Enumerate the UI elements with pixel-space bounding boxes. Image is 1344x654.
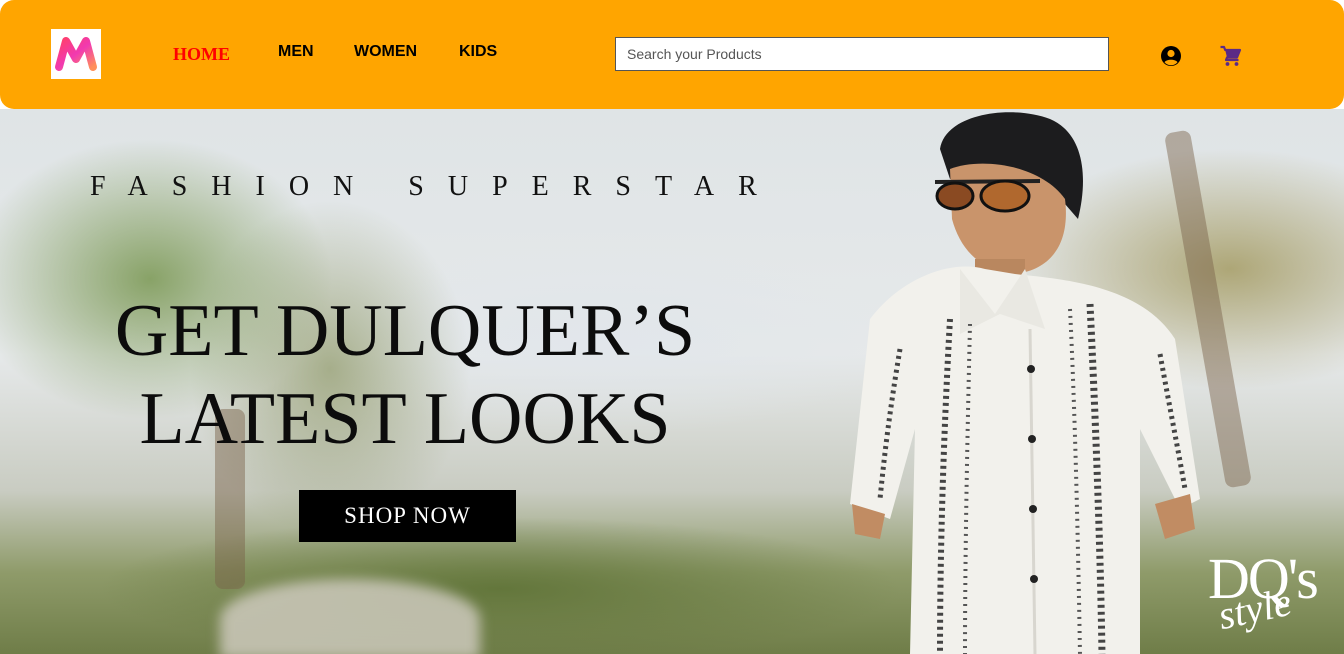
blurred-pathway — [220, 579, 480, 654]
brand-logo-icon[interactable] — [51, 29, 101, 79]
hero-kicker: FASHION SUPERSTAR — [90, 171, 781, 202]
nav-men-link[interactable]: MEN — [278, 43, 314, 61]
account-circle-icon[interactable] — [1159, 44, 1183, 68]
nav-home-link[interactable]: HOME — [173, 44, 230, 65]
hero-headline: GET DULQUER’S LATEST LOOKS — [60, 287, 750, 463]
shop-now-button[interactable]: SHOP NOW — [299, 490, 516, 542]
model-photo — [840, 109, 1220, 654]
search-input[interactable] — [615, 37, 1109, 71]
top-navbar: HOME MEN WOMEN KIDS — [0, 0, 1344, 109]
hero-headline-line-2: LATEST LOOKS — [139, 378, 671, 460]
nav-kids-link[interactable]: KIDS — [459, 43, 497, 61]
hero-banner: FASHION SUPERSTAR GET DULQUER’S LATEST L… — [0, 109, 1344, 654]
nav-women-link[interactable]: WOMEN — [354, 43, 417, 61]
hero-headline-line-1: GET DULQUER’S — [114, 290, 696, 372]
m-logo-icon — [55, 37, 97, 71]
shopping-cart-icon[interactable] — [1219, 44, 1243, 68]
